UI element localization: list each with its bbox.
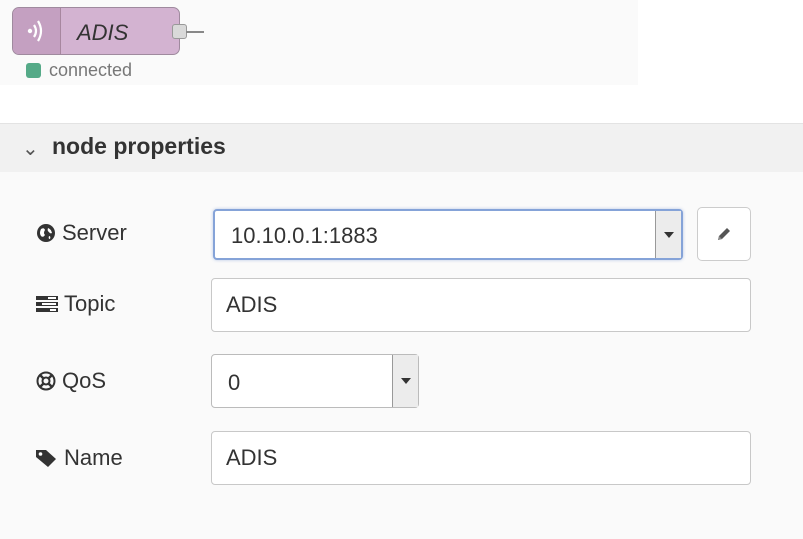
globe-icon: [37, 224, 55, 242]
topic-label: Topic: [36, 291, 115, 317]
server-dropdown-arrow[interactable]: [655, 211, 681, 258]
chevron-down-icon: [400, 378, 411, 384]
chevron-down-icon: [663, 231, 674, 238]
server-value: 10.10.0.1:1883: [231, 223, 378, 248]
qos-select[interactable]: 0: [211, 354, 419, 408]
server-select[interactable]: 10.10.0.1:1883: [213, 209, 683, 260]
node-properties-header[interactable]: ⌄ node properties: [0, 123, 803, 173]
status-indicator: [26, 63, 41, 78]
life-ring-icon: [36, 371, 56, 391]
status-text: connected: [49, 60, 133, 80]
tasks-icon: [36, 296, 58, 312]
qos-dropdown-arrow[interactable]: [392, 355, 418, 407]
edit-server-button[interactable]: [697, 207, 751, 261]
topic-input[interactable]: [211, 278, 751, 332]
name-label: Name: [36, 445, 123, 471]
chevron-down-icon: ⌄: [22, 138, 39, 160]
qos-label-text: QoS: [62, 368, 107, 393]
node-port-wire: [186, 31, 204, 33]
topic-label-text: Topic: [64, 291, 116, 316]
server-label: Server: [36, 220, 127, 246]
node-preview: ADIS connected: [12, 7, 652, 87]
node-icon-container: [13, 8, 61, 54]
node-label: ADIS: [77, 20, 129, 45]
name-label-text: Name: [64, 445, 123, 470]
server-label-text: Server: [62, 220, 127, 245]
radio-waves-icon: [27, 20, 42, 42]
pencil-icon: [718, 228, 730, 240]
qos-value: 0: [228, 370, 241, 395]
section-title: node properties: [52, 133, 226, 159]
name-input[interactable]: [211, 431, 751, 485]
qos-label: QoS: [36, 368, 106, 394]
tag-icon: [36, 450, 56, 467]
node-output-port[interactable]: [172, 24, 187, 39]
mqtt-node[interactable]: ADIS: [12, 7, 180, 55]
